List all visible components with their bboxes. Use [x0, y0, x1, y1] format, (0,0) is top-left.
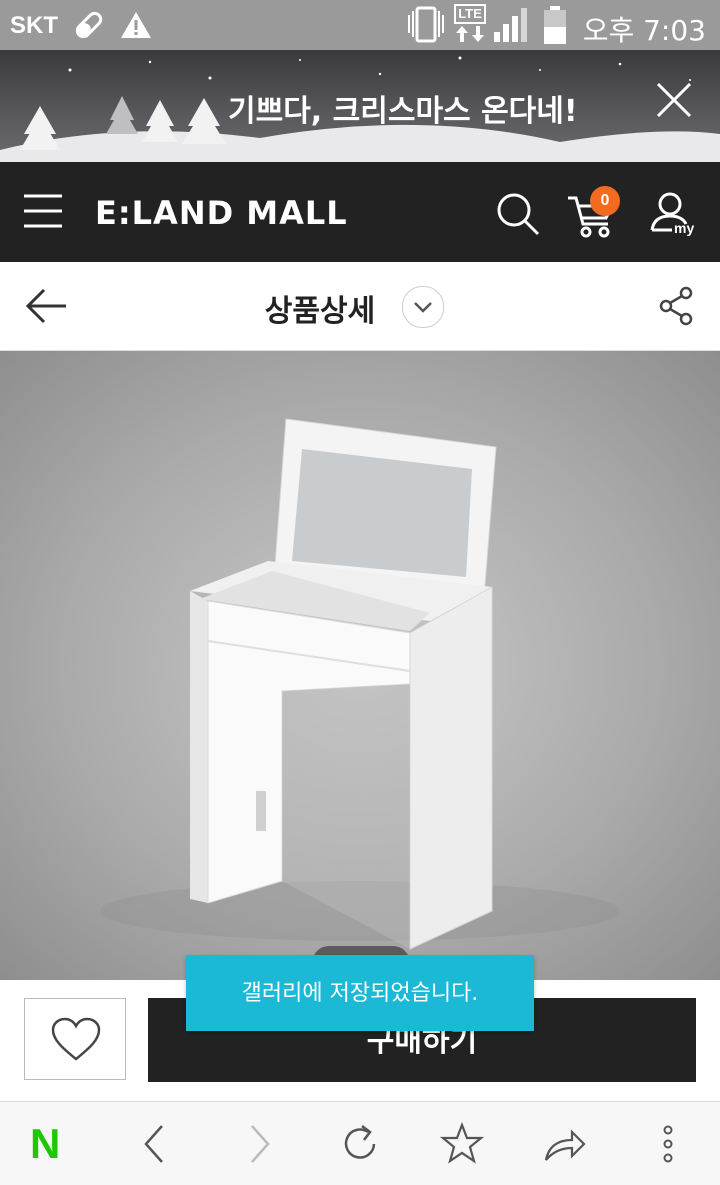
- title-dropdown-button[interactable]: [402, 286, 444, 328]
- toast-message: 갤러리에 저장되었습니다.: [186, 955, 534, 1031]
- my-label: my: [674, 220, 695, 236]
- wishlist-button[interactable]: [24, 998, 126, 1080]
- lte-icon: LTE: [454, 4, 486, 24]
- back-icon[interactable]: [134, 1122, 178, 1166]
- more-icon[interactable]: [646, 1122, 690, 1166]
- site-logo[interactable]: E:LAND MALL: [95, 194, 348, 232]
- promo-banner[interactable]: 기쁘다, 크리스마스 온다네!: [0, 50, 720, 162]
- forward-icon[interactable]: [236, 1122, 280, 1166]
- share-icon[interactable]: [658, 286, 696, 326]
- heart-icon: [51, 1017, 101, 1061]
- banner-text: 기쁘다, 크리스마스 온다네!: [228, 94, 578, 129]
- share-forward-icon[interactable]: [542, 1122, 586, 1166]
- cart-count-badge: 0: [590, 186, 620, 216]
- vanity-table-illustration: [100, 418, 620, 950]
- product-image[interactable]: 1/4: [0, 351, 720, 980]
- naver-home-button[interactable]: N: [30, 1120, 60, 1168]
- refresh-icon[interactable]: [338, 1122, 382, 1166]
- pill-icon: [75, 11, 103, 39]
- page-title: 상품상세: [264, 294, 376, 329]
- chevron-down-icon: [414, 302, 432, 313]
- battery-icon: [544, 6, 566, 44]
- title-bar: 상품상세: [0, 262, 720, 351]
- star-icon[interactable]: [440, 1122, 484, 1166]
- close-icon[interactable]: [654, 80, 694, 120]
- site-header: E:LAND MALL 0 my: [0, 162, 720, 262]
- clock: 오후 7:03: [582, 14, 706, 47]
- signal-icon: [494, 8, 527, 42]
- carrier-label: SKT: [10, 12, 58, 39]
- hamburger-icon[interactable]: [24, 194, 62, 228]
- status-bar: SKT LTE 오후 7:03: [0, 0, 720, 50]
- vibrate-icon: [408, 6, 444, 43]
- warning-icon: [121, 12, 151, 38]
- data-arrows-icon: [456, 26, 484, 42]
- browser-toolbar: N: [0, 1101, 720, 1185]
- search-icon[interactable]: [494, 190, 542, 238]
